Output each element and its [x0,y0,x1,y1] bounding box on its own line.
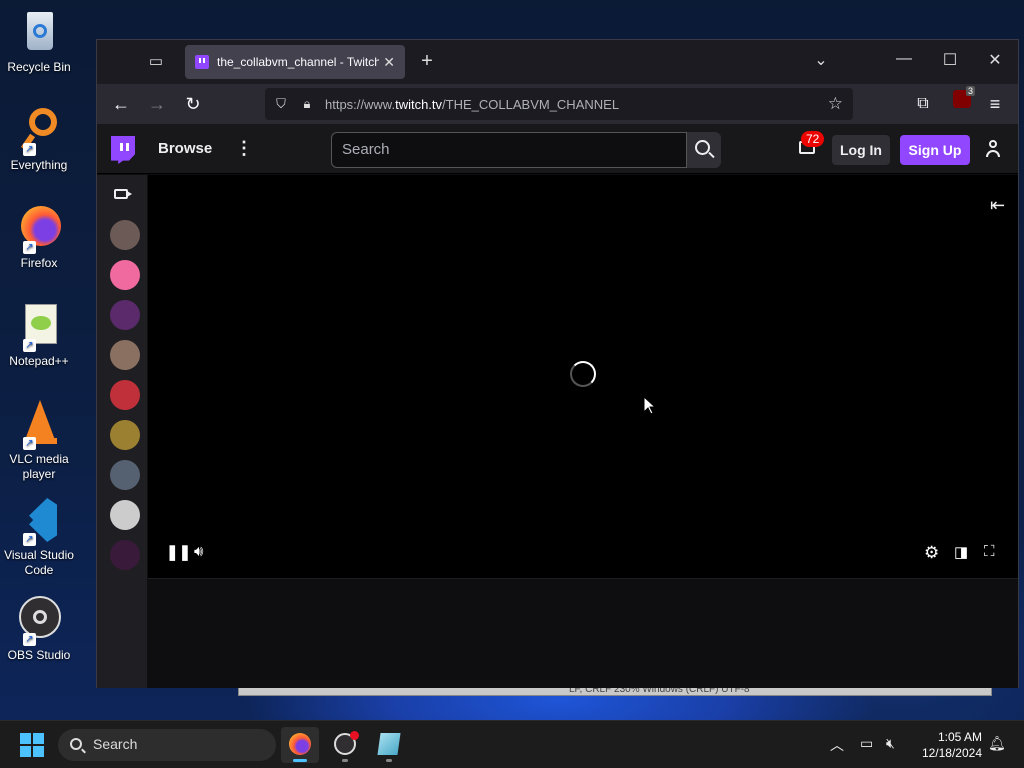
tab-title: the_collabvm_channel - Twitch [217,55,380,69]
recycle-bin-icon [15,8,63,56]
volume-muted-icon[interactable]: 🔇︎ [886,735,895,752]
channel-avatar[interactable] [110,260,140,290]
tab-list-chevron-icon[interactable]: ⌄ [809,50,833,70]
collapse-chat-icon[interactable]: ⇤ [990,195,1005,216]
close-window-icon[interactable]: ✕ [983,50,1007,70]
channel-avatar[interactable] [110,220,140,250]
desktop-icon-recycle-bin[interactable]: Recycle Bin [2,8,76,75]
taskbar-firefox[interactable] [281,727,319,763]
loading-spinner-icon [570,361,596,387]
desktop-icon-label: OBS Studio [7,648,71,662]
lock-icon[interactable]: 🔒︎ [299,96,315,112]
tracking-protection-shield-icon[interactable]: ⛉ [273,96,289,112]
tab-bar: ▭ the_collabvm_channel - Twitch ✕ + ⌄ — … [97,40,1018,84]
start-windows-icon[interactable] [20,733,44,757]
desktop-icon-label: VLC media player [9,452,69,481]
system-clock[interactable]: 1:05 AM 12/18/2024 [910,729,982,761]
firefox-window: ▭ the_collabvm_channel - Twitch ✕ + ⌄ — … [96,39,1019,688]
url-text[interactable]: https://www.twitch.tv/THE_COLLABVM_CHANN… [325,97,619,112]
log-in-button[interactable]: Log In [832,135,890,165]
notification-count-badge: 72 [801,131,825,147]
followed-channels-sidebar [97,175,147,688]
notepad-icon [377,733,401,755]
desktop-icon-obs[interactable]: ↗ OBS Studio [2,596,76,663]
channel-avatar[interactable] [110,340,140,370]
desktop-icon-vscode[interactable]: ↗ Visual Studio Code [2,496,76,578]
twitch-logo-icon[interactable] [111,136,135,164]
twitch-favicon-icon [195,55,209,69]
search-icon [70,738,82,750]
ublock-origin-icon[interactable]: 3 [953,86,975,108]
channel-avatar[interactable] [110,460,140,490]
channel-info-area [148,578,1018,688]
taskbar: Search ︿ ▭ 🔇︎ 1:05 AM 12/18/2024 🔔︎ [0,720,1024,768]
desktop-icon-everything[interactable]: ↗ Everything [2,106,76,173]
sign-up-button[interactable]: Sign Up [900,135,970,165]
notepad-plus-plus-icon: ↗ [15,302,63,352]
vscode-icon: ↗ [15,496,63,546]
desktop-icon-label: Recycle Bin [7,60,71,74]
desktop-icon-label: Firefox [20,256,58,270]
desktop-icon-firefox[interactable]: ↗ Firefox [2,204,76,271]
settings-gear-icon[interactable]: ⚙ [924,543,939,563]
hamburger-menu-icon[interactable]: ≡ [983,92,1007,116]
desktop-icon-label: Everything [10,158,68,172]
channel-avatar[interactable] [110,540,140,570]
show-hidden-icons-chevron-icon[interactable]: ︿ [830,735,844,755]
network-icon[interactable]: ▭ [860,735,873,752]
tab-twitch[interactable]: the_collabvm_channel - Twitch ✕ [185,45,405,79]
obs-icon: ↗ [15,596,63,646]
taskbar-search-box[interactable]: Search [58,729,276,761]
pause-icon[interactable]: ❚❚ [166,543,191,561]
firefox-icon [289,733,311,755]
search-input[interactable]: Search [331,132,687,168]
taskbar-notepad[interactable] [370,727,408,763]
taskbar-search-label: Search [93,736,138,752]
twitch-page: Browse ⋮ Search 72 Log In Sign Up ⇤ ❚❚ 🔊… [97,124,1018,688]
back-icon[interactable]: ← [109,92,133,116]
tab-close-icon[interactable]: ✕ [383,54,395,71]
ublock-badge-count: 3 [965,86,975,96]
vlc-icon: ↗ [15,400,63,450]
everything-search-icon: ↗ [15,106,63,156]
channel-avatar[interactable] [110,300,140,330]
mouse-cursor-icon [644,397,656,415]
volume-icon[interactable]: 🔊︎ [194,543,203,560]
firefox-icon: ↗ [15,204,63,254]
twitch-top-nav: Browse ⋮ Search 72 Log In Sign Up [97,124,1018,174]
more-options-icon[interactable]: ⋮ [235,138,253,159]
navigation-toolbar: ← → ↻ ⛉ 🔒︎ https://www.twitch.tv/THE_COL… [97,84,1018,124]
forward-icon[interactable]: → [145,92,169,116]
maximize-icon[interactable]: ☐ [938,50,962,70]
browse-link[interactable]: Browse [158,140,212,157]
user-menu-icon[interactable] [985,140,1001,158]
search-button[interactable] [687,132,721,168]
desktop-icon-notepad-plus-plus[interactable]: ↗ Notepad++ [2,302,76,369]
reload-icon[interactable]: ↻ [181,92,205,116]
firefox-view-icon[interactable]: ▭ [145,52,167,72]
clock-time: 1:05 AM [937,730,982,744]
extensions-puzzle-icon[interactable]: ⧉ [911,92,935,116]
new-tab-icon[interactable]: + [415,50,439,73]
notifications-bell-icon[interactable]: 🔔︎ [988,735,1006,752]
channel-avatar[interactable] [110,420,140,450]
minimize-icon[interactable]: — [892,50,916,68]
video-player[interactable]: ⇤ ❚❚ 🔊︎ ⚙ ◨ ⛶ [148,175,1018,578]
recommended-channels-camera-icon [114,189,132,199]
desktop-icon-vlc[interactable]: ↗ VLC media player [2,400,76,482]
clock-date: 12/18/2024 [921,746,982,760]
fullscreen-icon[interactable]: ⛶ [984,543,995,560]
channel-avatar[interactable] [110,500,140,530]
theatre-mode-icon[interactable]: ◨ [954,543,968,561]
channel-avatar[interactable] [110,380,140,410]
address-bar[interactable]: ⛉ 🔒︎ https://www.twitch.tv/THE_COLLABVM_… [265,88,853,120]
taskbar-obs[interactable] [326,727,364,763]
desktop-icon-label: Visual Studio Code [4,548,74,577]
desktop-icon-label: Notepad++ [9,354,69,368]
bookmark-star-icon[interactable]: ☆ [828,94,843,114]
